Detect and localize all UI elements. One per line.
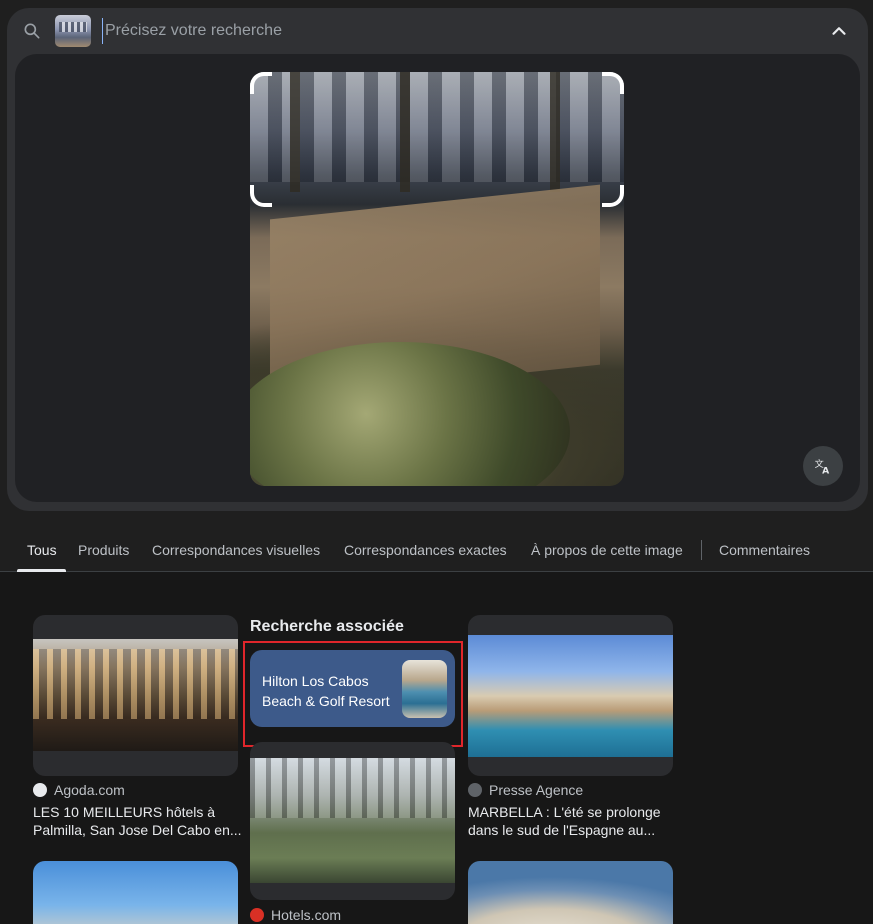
source-name: Presse Agence (489, 782, 584, 798)
uploaded-photo (250, 72, 624, 486)
tab-about-image[interactable]: À propos de cette image (531, 542, 683, 558)
translate-button[interactable]: 文 A (803, 446, 843, 486)
result-caption-presse[interactable]: MARBELLA : L'été se prolonge dans le sud… (468, 803, 678, 839)
result-source-agoda[interactable]: Agoda.com (33, 782, 125, 798)
search-input[interactable] (102, 18, 792, 44)
tab-products[interactable]: Produits (78, 542, 129, 558)
tab-exact-matches[interactable]: Correspondances exactes (344, 542, 507, 558)
highlight-box (243, 641, 463, 747)
result-tabs: Tous Produits Correspondances visuelles … (0, 532, 873, 572)
result-image-umbrella[interactable] (468, 861, 673, 924)
search-icon[interactable] (22, 21, 42, 41)
tab-feedback[interactable]: Commentaires (719, 542, 810, 558)
result-caption-agoda[interactable]: LES 10 MEILLEURS hôtels à Palmilla, San … (33, 803, 243, 839)
results-grid: Agoda.com LES 10 MEILLEURS hôtels à Palm… (0, 572, 873, 924)
chevron-up-icon[interactable] (828, 20, 850, 42)
search-bar (7, 8, 868, 54)
result-source-hotels[interactable]: Hotels.com (250, 907, 341, 923)
result-image-hotels[interactable] (250, 742, 455, 900)
photo-palm (290, 72, 300, 192)
result-image-palms[interactable] (33, 861, 238, 924)
translate-icon: 文 A (815, 458, 831, 477)
source-name: Agoda.com (54, 782, 125, 798)
photo-hotel-building (250, 72, 624, 182)
source-name: Hotels.com (271, 907, 342, 923)
svg-text:A: A (822, 466, 830, 477)
image-preview-area: 文 A (15, 54, 860, 502)
tab-all[interactable]: Tous (27, 542, 57, 558)
wordpress-favicon-icon (468, 783, 482, 797)
crop-handle-top-left[interactable] (250, 72, 272, 94)
photo-palm (400, 72, 410, 192)
search-image-thumbnail[interactable] (55, 15, 91, 47)
result-image-presse[interactable] (468, 615, 673, 776)
hotels-favicon-icon (250, 908, 264, 922)
tab-visual-matches[interactable]: Correspondances visuelles (152, 542, 320, 558)
result-source-presse[interactable]: Presse Agence (468, 782, 583, 798)
result-image-agoda[interactable] (33, 615, 238, 776)
search-panel: 文 A (7, 8, 868, 511)
photo-palm (550, 72, 560, 192)
related-search-title: Recherche associée (250, 618, 404, 635)
agoda-favicon-icon (33, 783, 47, 797)
tab-divider (701, 540, 702, 560)
